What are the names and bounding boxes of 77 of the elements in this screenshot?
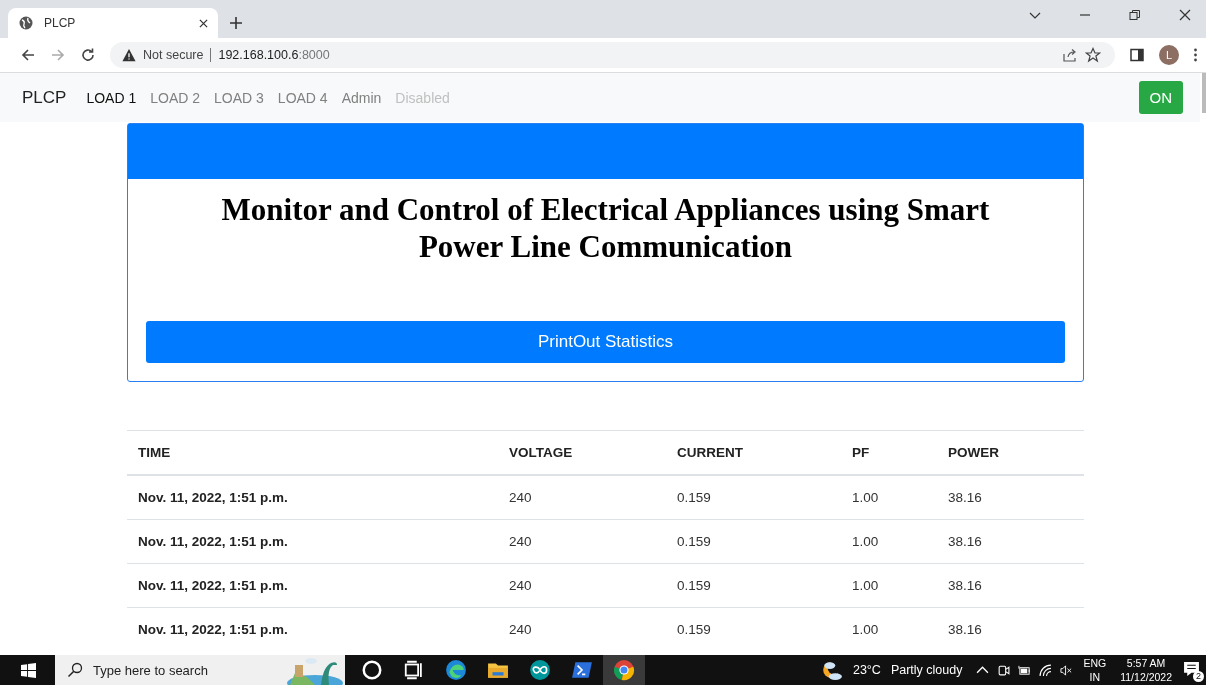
clock-date[interactable]: 11/12/2022: [1120, 670, 1172, 684]
table-cell-text: 240: [509, 622, 533, 637]
region-text[interactable]: IN: [1089, 670, 1101, 684]
table-cell-text: 38.16: [948, 622, 983, 637]
warning-icon: [122, 48, 136, 62]
nav-link[interactable]: LOAD 2: [150, 89, 201, 106]
table-cell-text: 38.16: [948, 578, 983, 593]
table-cell-text: 1.00: [852, 534, 880, 549]
column-header: PF: [852, 445, 871, 460]
restore-icon[interactable]: [1129, 9, 1141, 21]
table-cell-text: Nov. 11, 2022, 1:51 p.m.: [138, 490, 289, 505]
table-cell-text: 38.16: [948, 534, 983, 549]
globe-icon: [18, 15, 34, 31]
table-cell-text: 1.00: [852, 622, 880, 637]
address-bar[interactable]: Not secure 192.168.100.6:8000: [110, 42, 1115, 68]
url-port: :8000: [298, 48, 330, 62]
table-cell-text: 0.159: [677, 578, 712, 593]
menu-icon[interactable]: [1193, 47, 1198, 63]
cortana-icon[interactable]: [361, 659, 383, 681]
nav-link[interactable]: LOAD 4: [277, 89, 328, 106]
reload-icon[interactable]: [80, 47, 96, 63]
table-cell-text: 240: [509, 490, 533, 505]
tab-title: PLCP: [44, 16, 77, 30]
url-host: 192.168.100.6: [218, 48, 299, 62]
table-cell-text: 1.00: [852, 578, 880, 593]
weather-text: Partly cloudy: [890, 663, 963, 677]
infinity-app-icon[interactable]: [529, 659, 551, 681]
edge-browser-icon[interactable]: [445, 659, 467, 681]
column-header: CURRENT: [677, 445, 744, 460]
nav-link[interactable]: LOAD 3: [214, 89, 264, 106]
print-button[interactable]: PrintOut Statistics: [146, 321, 1065, 363]
nav-link[interactable]: Admin: [341, 89, 382, 106]
column-header: POWER: [948, 445, 1000, 460]
scrollbar[interactable]: [1202, 73, 1206, 113]
notification-icon[interactable]: [1183, 661, 1200, 678]
taskbar-search-field[interactable]: Type here to search: [55, 655, 345, 685]
close-icon[interactable]: [199, 18, 208, 28]
table-cell-text: Nov. 11, 2022, 1:51 p.m.: [138, 578, 289, 593]
table-cell-text: Nov. 11, 2022, 1:51 p.m.: [138, 534, 289, 549]
security-label: Not secure: [143, 48, 204, 62]
back-arrow-icon[interactable]: [20, 47, 36, 63]
column-header: TIME: [138, 445, 172, 460]
brand-link[interactable]: PLCP: [22, 87, 67, 108]
table-cell-text: Nov. 11, 2022, 1:51 p.m.: [138, 622, 289, 637]
search-highlight-drawing: [285, 655, 345, 685]
table-cell-text: 240: [509, 534, 533, 549]
table-cell-text: 0.159: [677, 534, 712, 549]
speaker-muted-icon[interactable]: [1060, 663, 1074, 677]
page-title: Monitor and Control of Electrical Appliances using Smart Power Line Communication: [220, 191, 991, 265]
terminal-icon[interactable]: [571, 659, 593, 681]
share-icon[interactable]: [1062, 47, 1078, 63]
profile-avatar[interactable]: L: [1159, 45, 1179, 65]
clock-time[interactable]: 5:57 AM: [1126, 656, 1166, 670]
search-icon: [67, 662, 83, 678]
table-cell-text: 240: [509, 578, 533, 593]
wifi-icon[interactable]: [1039, 663, 1053, 677]
language-text[interactable]: ENG: [1083, 656, 1107, 670]
temperature-text: 23°C: [852, 663, 881, 677]
table-cell-text: 0.159: [677, 622, 712, 637]
task-view-icon[interactable]: [403, 659, 425, 681]
column-header: VOLTAGE: [509, 445, 574, 460]
weather-icon: [820, 659, 843, 681]
close-icon[interactable]: [1179, 9, 1191, 21]
meet-icon[interactable]: [997, 663, 1011, 677]
new-tab-icon[interactable]: [230, 17, 242, 29]
star-icon[interactable]: [1085, 47, 1101, 63]
table-cell-text: 38.16: [948, 490, 983, 505]
side-panel-icon[interactable]: [1129, 47, 1145, 63]
chrome-browser-icon[interactable]: [613, 659, 635, 681]
windows-start-icon[interactable]: [21, 662, 36, 678]
table-cell-text: 1.00: [852, 490, 880, 505]
nav-link[interactable]: LOAD 1: [86, 89, 137, 106]
table-cell-text: 0.159: [677, 490, 712, 505]
notification-count: 2: [1193, 671, 1204, 682]
browser-tab[interactable]: PLCP: [8, 8, 218, 38]
battery-icon[interactable]: [1018, 663, 1032, 677]
search-placeholder: Type here to search: [93, 662, 208, 678]
